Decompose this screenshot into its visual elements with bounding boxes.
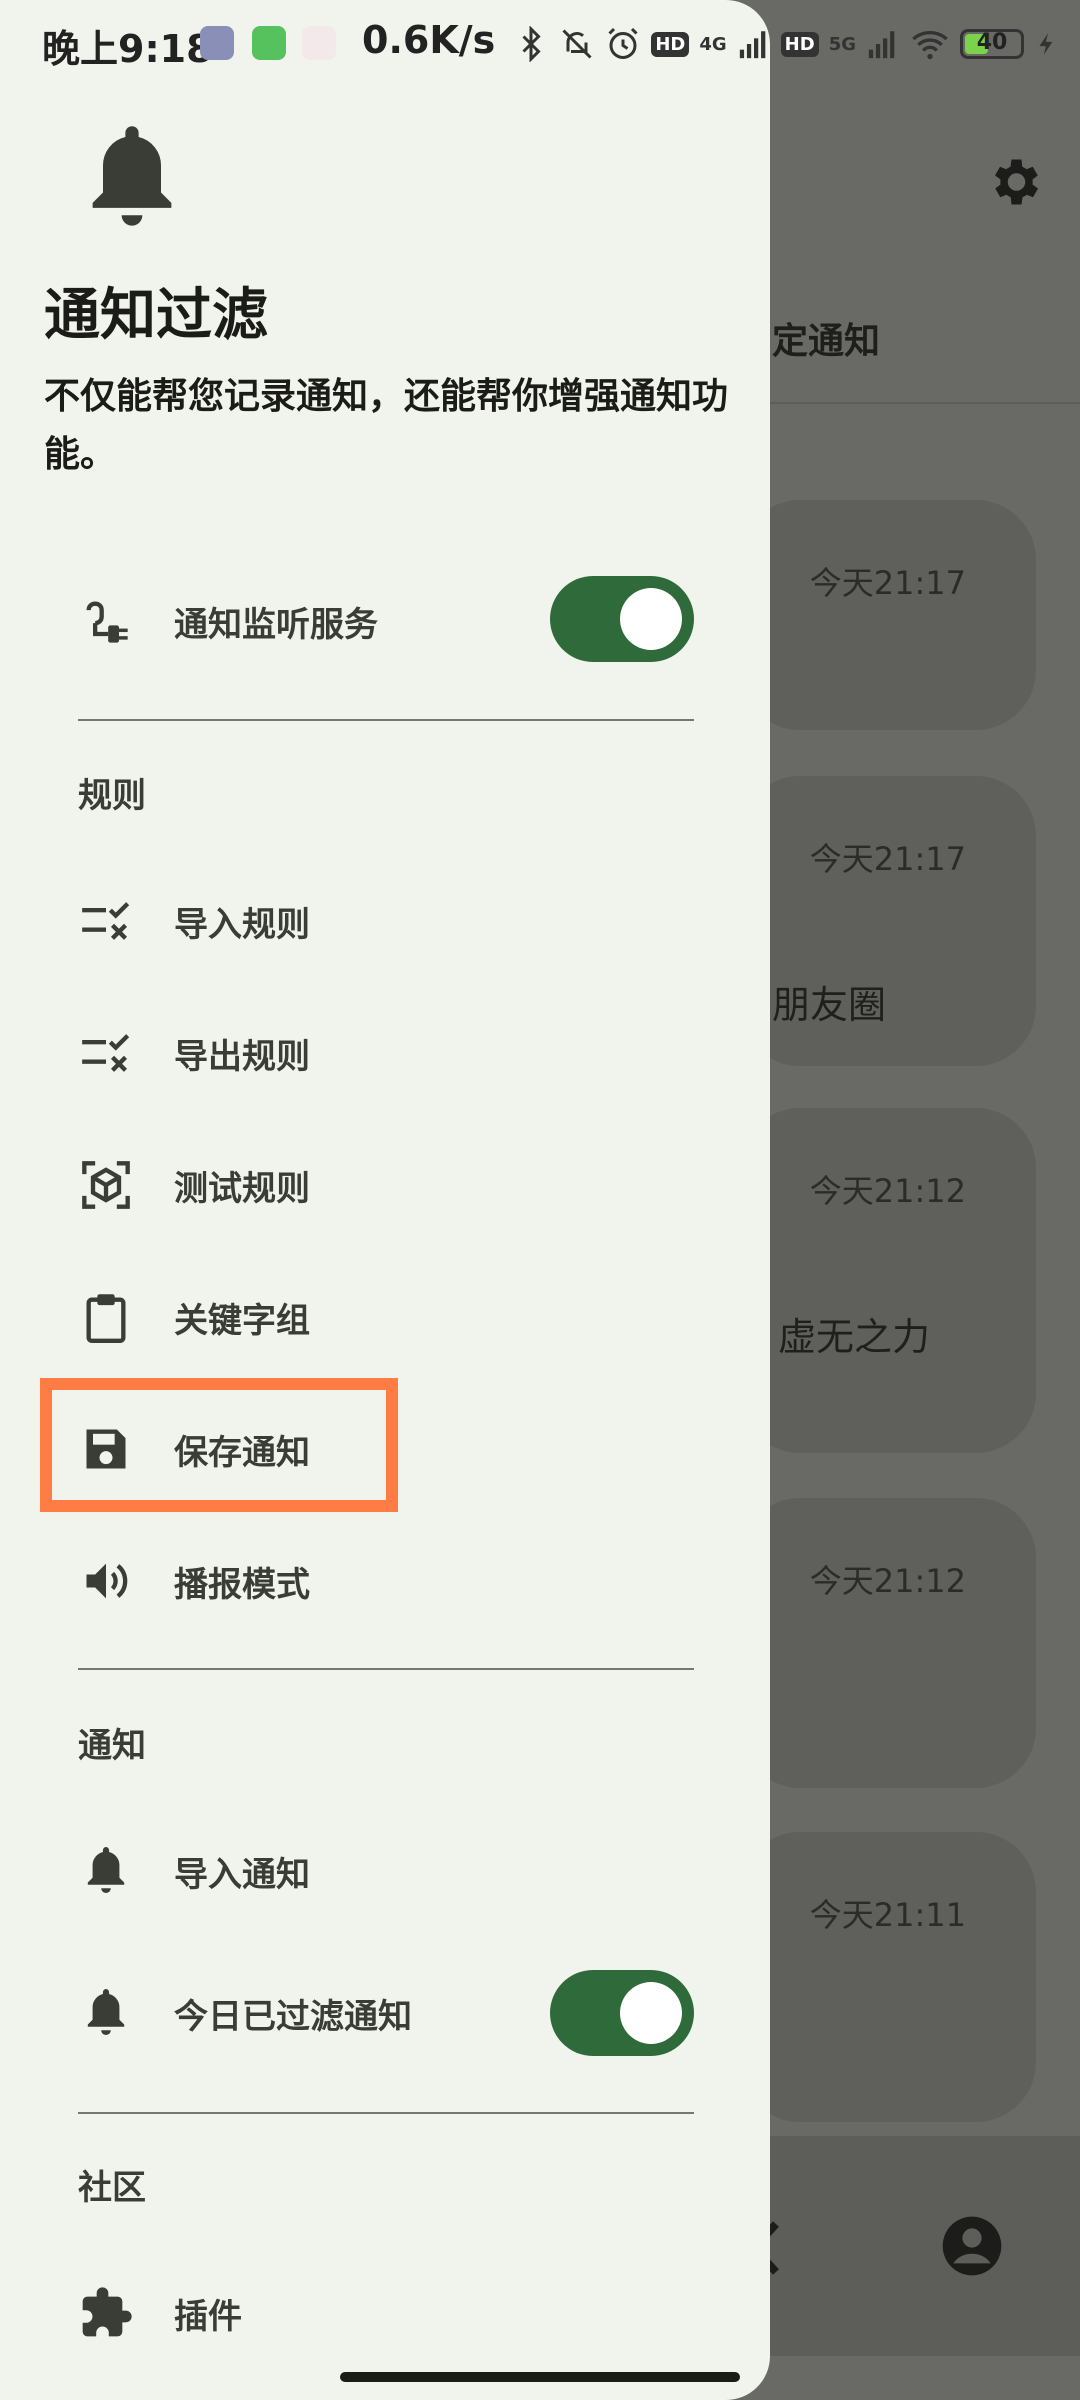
network-type: 4G [699,33,727,55]
settings-gear-icon[interactable] [984,152,1044,212]
signal-icon [866,27,900,61]
bell-icon [78,1985,134,2041]
alarm-icon [605,26,641,62]
row-label: 播报模式 [174,1564,310,1605]
navigation-drawer: 通知过滤 不仅能帮您记录通知，还能帮你增强通知功能。 通知监听服务 规则 导入规… [0,0,770,2400]
bell-off-icon [559,26,595,62]
row-label: 今日已过滤通知 [174,1996,412,2037]
row-label: 关键字组 [174,1300,310,1341]
bell-icon [82,120,182,236]
bg-card[interactable]: 今天21:11 [740,1832,1036,2122]
bg-card-time: 今天21:12 [809,1172,966,1210]
bell-icon [78,1843,134,1899]
bg-tab-label[interactable]: 定通知 [772,312,880,364]
bg-bottom-nav [740,2136,1080,2356]
listener-service-toggle[interactable] [550,576,694,662]
bg-card[interactable]: 今天21:12 [740,1108,1036,1453]
bg-tab-divider [760,402,1080,404]
status-icons: HD 4G HD 5G 40 [513,22,1060,66]
bg-card[interactable]: 今天21:12 [740,1498,1036,1788]
network-type: 5G [828,33,856,55]
row-label: 导入通知 [174,1854,310,1895]
test-rules-item[interactable]: 测试规则 [78,1140,698,1230]
row-label: 通知监听服务 [174,604,378,645]
import-rules-item[interactable]: 导入规则 [78,876,698,966]
bg-card-time: 今天21:11 [809,1896,966,1934]
account-circle-icon[interactable] [940,2214,1004,2278]
checklist-icon [78,893,134,949]
divider [78,719,694,721]
row-label: 导入规则 [174,904,310,945]
bluetooth-icon [513,26,549,62]
export-rules-item[interactable]: 导出规则 [78,1008,698,1098]
signal-icon [737,27,771,61]
charging-icon [1034,29,1060,59]
checklist-icon [78,1025,134,1081]
import-notifications-item[interactable]: 导入通知 [78,1826,698,1916]
app-notification-icon [302,26,336,60]
plugins-item[interactable]: 插件 [78,2268,698,2358]
hd-label: HD [651,31,690,57]
toggle-knob [620,588,682,650]
row-label: 插件 [174,2296,242,2337]
today-filtered-toggle[interactable] [550,1970,694,2056]
clipboard-icon [78,1289,134,1345]
cube-scan-icon [78,1157,134,1213]
bg-card-time: 今天21:17 [809,564,966,602]
section-header-community: 社区 [78,2168,146,2208]
keyword-groups-item[interactable]: 关键字组 [78,1272,698,1362]
bg-card[interactable]: 今天21:17 [740,500,1036,730]
drawer-subtitle: 不仅能帮您记录通知，还能帮你增强通知功能。 [44,376,729,475]
divider [78,1668,694,1670]
broadcast-mode-item[interactable]: 播报模式 [78,1536,698,1626]
app-notification-icon [200,26,234,60]
divider [78,2112,694,2114]
row-label: 测试规则 [174,1168,310,1209]
app-notification-icon [252,26,286,60]
section-header-notifications: 通知 [78,1726,146,1766]
toggle-knob [620,1982,682,2044]
bg-card-time: 今天21:17 [809,840,966,878]
bg-card-time: 今天21:12 [809,1562,966,1600]
hd-label: HD [780,31,819,57]
speaker-icon [78,1553,134,1609]
battery-level: 40 [976,30,1008,55]
section-header-rules: 规则 [78,776,146,816]
status-time: 晚上9:18 [42,27,213,71]
selection-highlight-box [40,1378,398,1512]
status-bar: 晚上9:18 0.6K/s HD 4G HD 5G 40 [0,0,1080,88]
puzzle-icon [78,2285,134,2341]
home-indicator[interactable] [340,2372,740,2382]
bg-card-text: 朋友圈 [772,983,887,1027]
network-speed: 0.6K/s [362,18,496,62]
drawer-title: 通知过滤 [44,283,268,348]
power-plug-icon [78,593,134,649]
wifi-icon [910,24,950,64]
row-label: 导出规则 [174,1036,310,1077]
battery-icon: 40 [960,29,1024,59]
